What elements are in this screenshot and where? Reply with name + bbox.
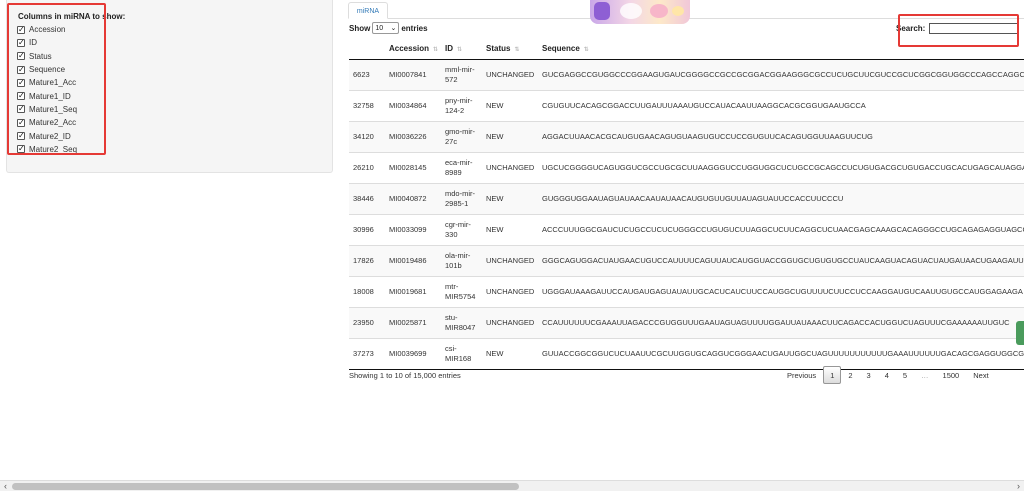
index-cell: 17826 (349, 244, 385, 276)
header-index[interactable] (349, 38, 385, 60)
accession-cell: MI0036226 (385, 120, 441, 152)
sequence-cell: UGGGAUAAAGAUUCCAUGAUGAGUAUAUUGCACUCAUCUU… (538, 275, 1024, 307)
length-value: 10 (375, 24, 384, 32)
sort-arrows-icon: ⇅ (514, 46, 520, 53)
id-cell: csi-MIR168 (441, 337, 482, 370)
pagination: Previous 1 2 3 4 5 … 1500 Next (780, 366, 996, 384)
table-row[interactable]: 38446 MI0040872 mdo-mir-2985-1 NEW GUGGGUGGA… (349, 182, 1024, 214)
accession-cell: MI0019486 (385, 244, 441, 276)
page-button-3[interactable]: 3 (860, 366, 878, 384)
sequence-cell: GUGGGUGGAAUAGUAUAACAAUAUAACAUGUGUUGUUAUA… (538, 182, 1024, 214)
index-cell: 30996 (349, 213, 385, 245)
chevron-down-icon: ⌄ (390, 25, 397, 32)
table-info: Showing 1 to 10 of 15,000 entries (349, 371, 461, 380)
id-cell: stu-MIR8047 (441, 306, 482, 338)
accession-cell: MI0025871 (385, 306, 441, 338)
id-cell: mtr-MIR5754 (441, 275, 482, 307)
index-cell: 26210 (349, 151, 385, 183)
accession-cell: MI0007841 (385, 58, 441, 90)
accession-cell: MI0039699 (385, 337, 441, 370)
decorative-banner-image (590, 0, 690, 24)
accession-cell: MI0034864 (385, 89, 441, 121)
sequence-cell: ACCCUUUGGCGAUCUCUGCCUCUCUGGGCCUGUGUCUUAG… (538, 213, 1024, 245)
previous-button[interactable]: Previous (780, 366, 823, 384)
sequence-cell: UGCUCGGGGUCAGUGGUCGCCUGCGCUUAAGGGUCCUGGU… (538, 151, 1024, 183)
index-cell: 6623 (349, 58, 385, 90)
status-cell: NEW (482, 213, 538, 245)
id-cell: mdo-mir-2985-1 (441, 182, 482, 214)
index-cell: 23950 (349, 306, 385, 338)
accession-cell: MI0040872 (385, 182, 441, 214)
sequence-cell: CCAUUUUUUCGAAAUUAGACCCGUGGUUUGAAUAGUAGUU… (538, 306, 1024, 338)
page-button-4[interactable]: 4 (878, 366, 896, 384)
id-cell: mml-mir-572 (441, 58, 482, 90)
sort-arrows-icon: ⇅ (457, 46, 463, 53)
id-cell: gmo-mir-27c (441, 120, 482, 152)
sequence-cell: GGGCAGUGGACUAUGAACUGUCCAUUUUCAGUUAUCAUGG… (538, 244, 1024, 276)
table-row[interactable]: 32758 MI0034864 pny-mir-124-2 NEW CGUGUUCACA… (349, 89, 1024, 121)
page-button-2[interactable]: 2 (841, 366, 859, 384)
status-cell: NEW (482, 89, 538, 121)
length-prefix: Show (349, 23, 371, 33)
length-suffix: entries (401, 23, 428, 33)
accession-cell: MI0033099 (385, 213, 441, 245)
table-header-row: Accession ⇅ ID ⇅ Status ⇅ Sequence ⇅ (349, 38, 1024, 60)
id-cell: pny-mir-124-2 (441, 89, 482, 121)
status-cell: UNCHANGED (482, 58, 538, 90)
index-cell: 37273 (349, 337, 385, 370)
pagination-ellipsis: … (921, 371, 929, 380)
status-cell: NEW (482, 120, 538, 152)
status-cell: NEW (482, 182, 538, 214)
status-cell: UNCHANGED (482, 275, 538, 307)
status-cell: NEW (482, 337, 538, 370)
index-cell: 32758 (349, 89, 385, 121)
table-row[interactable]: 6623 MI0007841 mml-mir-572 UNCHANGED GUCGAGG… (349, 58, 1024, 90)
id-cell: ola-mir-101b (441, 244, 482, 276)
sequence-cell: GUUACCGGCGGUCUCUAAUUCGCUUGGUGCAGGUCGGGAA… (538, 337, 1024, 370)
accession-cell: MI0019681 (385, 275, 441, 307)
scrollbar-thumb[interactable] (12, 483, 519, 490)
header-sequence[interactable]: Sequence ⇅ (538, 38, 1024, 60)
page-button-1[interactable]: 1 (823, 366, 842, 384)
status-cell: UNCHANGED (482, 244, 538, 276)
index-cell: 18008 (349, 275, 385, 307)
accession-cell: MI0028145 (385, 151, 441, 183)
scroll-right-icon[interactable]: › (1013, 481, 1024, 491)
highlight-box-columns (7, 3, 106, 155)
tab-mirna[interactable]: miRNA (348, 2, 388, 19)
next-button[interactable]: Next (966, 366, 995, 384)
table-row[interactable]: 23950 MI0025871 stu-MIR8047 UNCHANGED CCAUUU… (349, 306, 1024, 338)
sort-arrows-icon: ⇅ (583, 46, 589, 53)
sequence-cell: GUCGAGGCCGUGGCCCGGAAGUGAUCGGGGCCGCCGCGGA… (538, 58, 1024, 90)
scroll-left-icon[interactable]: ‹ (0, 481, 11, 491)
sequence-cell: CGUGUUCACAGCGGACCUUGAUUUAAAUGUCCAUACAAUU… (538, 89, 1024, 121)
id-cell: eca-mir-8989 (441, 151, 482, 183)
horizontal-scrollbar[interactable]: ‹ › (0, 480, 1024, 491)
entries-per-page-select[interactable]: 10 ⌄ (372, 22, 400, 34)
header-accession[interactable]: Accession ⇅ (385, 38, 441, 60)
table-row[interactable]: 34120 MI0036226 gmo-mir-27c NEW AGGACUUAACAC… (349, 120, 1024, 152)
table-row[interactable]: 26210 MI0028145 eca-mir-8989 UNCHANGED UGCUC… (349, 151, 1024, 183)
sequence-cell: AGGACUUAACACGCAUGUGAACAGUGUAAGUGUCCUCCGU… (538, 120, 1024, 152)
status-cell: UNCHANGED (482, 151, 538, 183)
table-row[interactable]: 30996 MI0033099 cgr-mir-330 NEW ACCCUUUGGCGA… (349, 213, 1024, 245)
page-button-1500[interactable]: 1500 (936, 366, 967, 384)
table-row[interactable]: 17826 MI0019486 ola-mir-101b UNCHANGED GGGCA… (349, 244, 1024, 276)
table-row[interactable]: 18008 MI0019681 mtr-MIR5754 UNCHANGED UGGGAU… (349, 275, 1024, 307)
table-row[interactable]: 37273 MI0039699 csi-MIR168 NEW GUUACCGGCGGUC… (349, 337, 1024, 370)
page-button-5[interactable]: 5 (896, 366, 914, 384)
length-control: Show 10 ⌄ entries (349, 22, 428, 34)
status-cell: UNCHANGED (482, 306, 538, 338)
mirna-table: Accession ⇅ ID ⇅ Status ⇅ Sequence ⇅ 6623 MI0… (349, 38, 1024, 370)
index-cell: 34120 (349, 120, 385, 152)
header-id[interactable]: ID ⇅ (441, 38, 482, 60)
side-feedback-tab[interactable] (1016, 321, 1024, 345)
id-cell: cgr-mir-330 (441, 213, 482, 245)
index-cell: 38446 (349, 182, 385, 214)
header-status[interactable]: Status ⇅ (482, 38, 538, 60)
sort-arrows-icon: ⇅ (433, 46, 439, 53)
